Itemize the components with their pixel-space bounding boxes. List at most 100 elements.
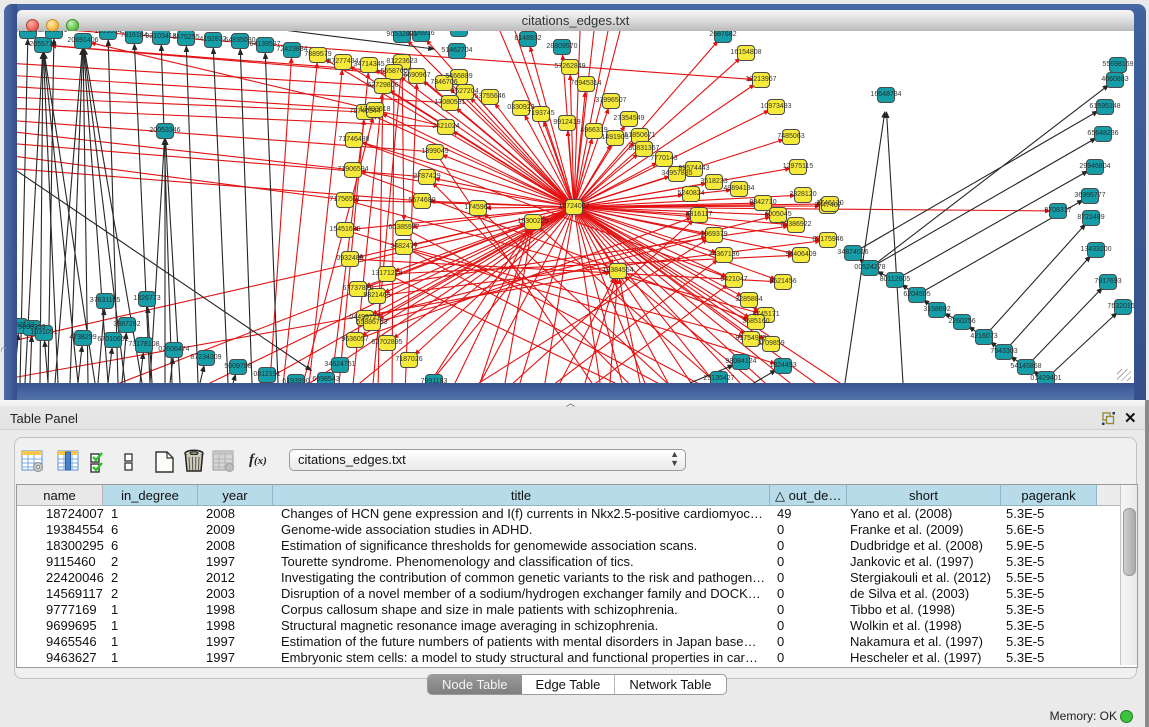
svg-text:2260256: 2260256 — [948, 318, 975, 325]
svg-text:6475255: 6475255 — [172, 34, 199, 41]
svg-text:4216073: 4216073 — [970, 333, 997, 340]
svg-text:0812191: 0812191 — [253, 371, 280, 378]
svg-text:62386922: 62386922 — [780, 221, 811, 228]
svg-text:80112805: 80112805 — [880, 276, 911, 283]
svg-text:34874016: 34874016 — [837, 249, 868, 256]
svg-text:3158692: 3158692 — [923, 306, 950, 313]
svg-text:7770143: 7770143 — [650, 155, 677, 162]
svg-text:01429401: 01429401 — [1030, 375, 1061, 382]
svg-text:00524278: 00524278 — [854, 264, 885, 271]
svg-text:28809570: 28809570 — [546, 43, 577, 50]
svg-text:18300295: 18300295 — [517, 218, 548, 225]
svg-text:7543303: 7543303 — [990, 348, 1017, 355]
svg-text:9912419: 9912419 — [553, 119, 580, 126]
svg-text:19384554: 19384554 — [602, 267, 633, 274]
svg-text:67737826: 67737826 — [342, 285, 373, 292]
svg-text:2328120: 2328120 — [789, 191, 816, 198]
svg-text:76945314: 76945314 — [570, 80, 601, 87]
svg-text:34624751: 34624751 — [324, 361, 355, 368]
svg-text:7991183: 7991183 — [421, 378, 448, 383]
svg-text:3482477: 3482477 — [390, 243, 417, 250]
svg-text:3285884: 3285884 — [735, 296, 762, 303]
svg-text:82175946: 82175946 — [812, 236, 843, 243]
svg-text:55698169: 55698169 — [1102, 61, 1133, 68]
svg-text:4192832: 4192832 — [199, 36, 226, 43]
svg-text:34714345: 34714345 — [353, 61, 384, 68]
svg-text:49894134: 49894134 — [723, 185, 754, 192]
svg-text:72423884: 72423884 — [276, 46, 307, 53]
svg-text:9421047: 9421047 — [720, 276, 747, 283]
svg-text:7917693: 7917693 — [1094, 278, 1121, 285]
svg-text:27354549: 27354549 — [613, 115, 644, 122]
svg-text:8708317: 8708317 — [1044, 207, 1071, 214]
svg-text:62729806: 62729806 — [367, 82, 398, 89]
svg-text:7193745: 7193745 — [527, 110, 554, 117]
svg-text:98084124: 98084124 — [725, 358, 756, 365]
svg-text:9636057: 9636057 — [341, 336, 368, 343]
svg-text:7889579: 7889579 — [304, 51, 331, 58]
svg-text:73178108: 73178108 — [128, 341, 159, 348]
svg-text:02606474: 02606474 — [158, 346, 189, 353]
svg-text:1615594: 1615594 — [94, 31, 121, 35]
svg-text:20691406: 20691406 — [67, 37, 98, 44]
svg-text:2787429: 2787429 — [413, 173, 440, 180]
svg-text:1746120: 1746120 — [816, 200, 843, 207]
svg-text:80831367: 80831367 — [628, 145, 659, 152]
svg-text:60385977: 60385977 — [388, 224, 419, 231]
svg-text:57262849: 57262849 — [554, 63, 585, 70]
svg-text:6998543: 6998543 — [312, 376, 339, 383]
svg-text:7485063: 7485063 — [777, 133, 804, 140]
svg-text:12213967: 12213967 — [745, 76, 776, 83]
svg-text:8148932: 8148932 — [514, 35, 541, 42]
svg-text:51850671: 51850671 — [624, 132, 655, 139]
svg-text:94406409: 94406409 — [785, 251, 816, 258]
svg-text:85574443: 85574443 — [678, 165, 709, 172]
svg-text:55886753: 55886753 — [356, 319, 387, 326]
svg-text:25135427: 25135427 — [703, 375, 734, 382]
svg-text:5240824: 5240824 — [677, 190, 704, 197]
svg-text:37631165: 37631165 — [90, 297, 121, 304]
svg-text:62702895: 62702895 — [371, 339, 402, 346]
svg-text:0433218: 0433218 — [17, 31, 42, 34]
svg-text:67010651: 67010651 — [97, 336, 128, 343]
svg-text:16154808: 16154808 — [730, 49, 761, 56]
svg-text:7816184: 7816184 — [120, 32, 147, 39]
svg-text:8721489: 8721489 — [1077, 214, 1104, 221]
svg-text:18724007: 18724007 — [558, 203, 589, 210]
svg-text:36995777: 36995777 — [1074, 192, 1105, 199]
svg-text:4738299: 4738299 — [69, 334, 96, 341]
svg-text:15451680: 15451680 — [329, 226, 360, 233]
svg-text:6193990: 6193990 — [282, 378, 309, 383]
svg-text:1031051: 1031051 — [30, 329, 57, 336]
svg-text:1824493: 1824493 — [769, 362, 796, 369]
svg-text:37996507: 37996507 — [595, 97, 626, 104]
svg-text:4005045: 4005045 — [764, 211, 791, 218]
svg-text:3685160: 3685160 — [742, 318, 769, 325]
svg-text:10973493: 10973493 — [760, 103, 791, 110]
svg-text:1399049: 1399049 — [421, 148, 448, 155]
svg-text:1969379: 1969379 — [700, 231, 727, 238]
svg-text:6204505: 6204505 — [903, 291, 930, 298]
svg-text:4966319: 4966319 — [580, 127, 607, 134]
svg-text:5674680: 5674680 — [408, 197, 435, 204]
svg-text:7187026: 7187026 — [395, 356, 422, 363]
svg-text:20053346: 20053346 — [149, 127, 180, 134]
svg-text:2055713: 2055713 — [29, 41, 56, 48]
svg-text:13433200: 13433200 — [1080, 246, 1111, 253]
svg-text:8386379: 8386379 — [40, 31, 67, 34]
svg-text:87234309: 87234309 — [190, 354, 221, 361]
svg-text:2687682: 2687682 — [709, 31, 736, 38]
svg-text:1326773: 1326773 — [133, 295, 160, 302]
svg-text:13493618: 13493618 — [359, 106, 390, 113]
svg-text:61595148: 61595148 — [1089, 103, 1120, 110]
svg-text:76320163: 76320163 — [1107, 303, 1134, 310]
svg-text:54145868: 54145868 — [1010, 363, 1041, 370]
svg-text:74367136: 74367136 — [708, 251, 739, 258]
svg-text:1745961: 1745961 — [464, 204, 491, 211]
svg-text:1226916: 1226916 — [407, 31, 434, 37]
svg-text:65648236: 65648236 — [1087, 130, 1118, 137]
svg-text:13171274: 13171274 — [371, 270, 402, 277]
svg-text:3387262: 3387262 — [113, 321, 140, 328]
svg-text:71756551: 71756551 — [329, 196, 360, 203]
svg-text:0932480: 0932480 — [336, 255, 363, 262]
